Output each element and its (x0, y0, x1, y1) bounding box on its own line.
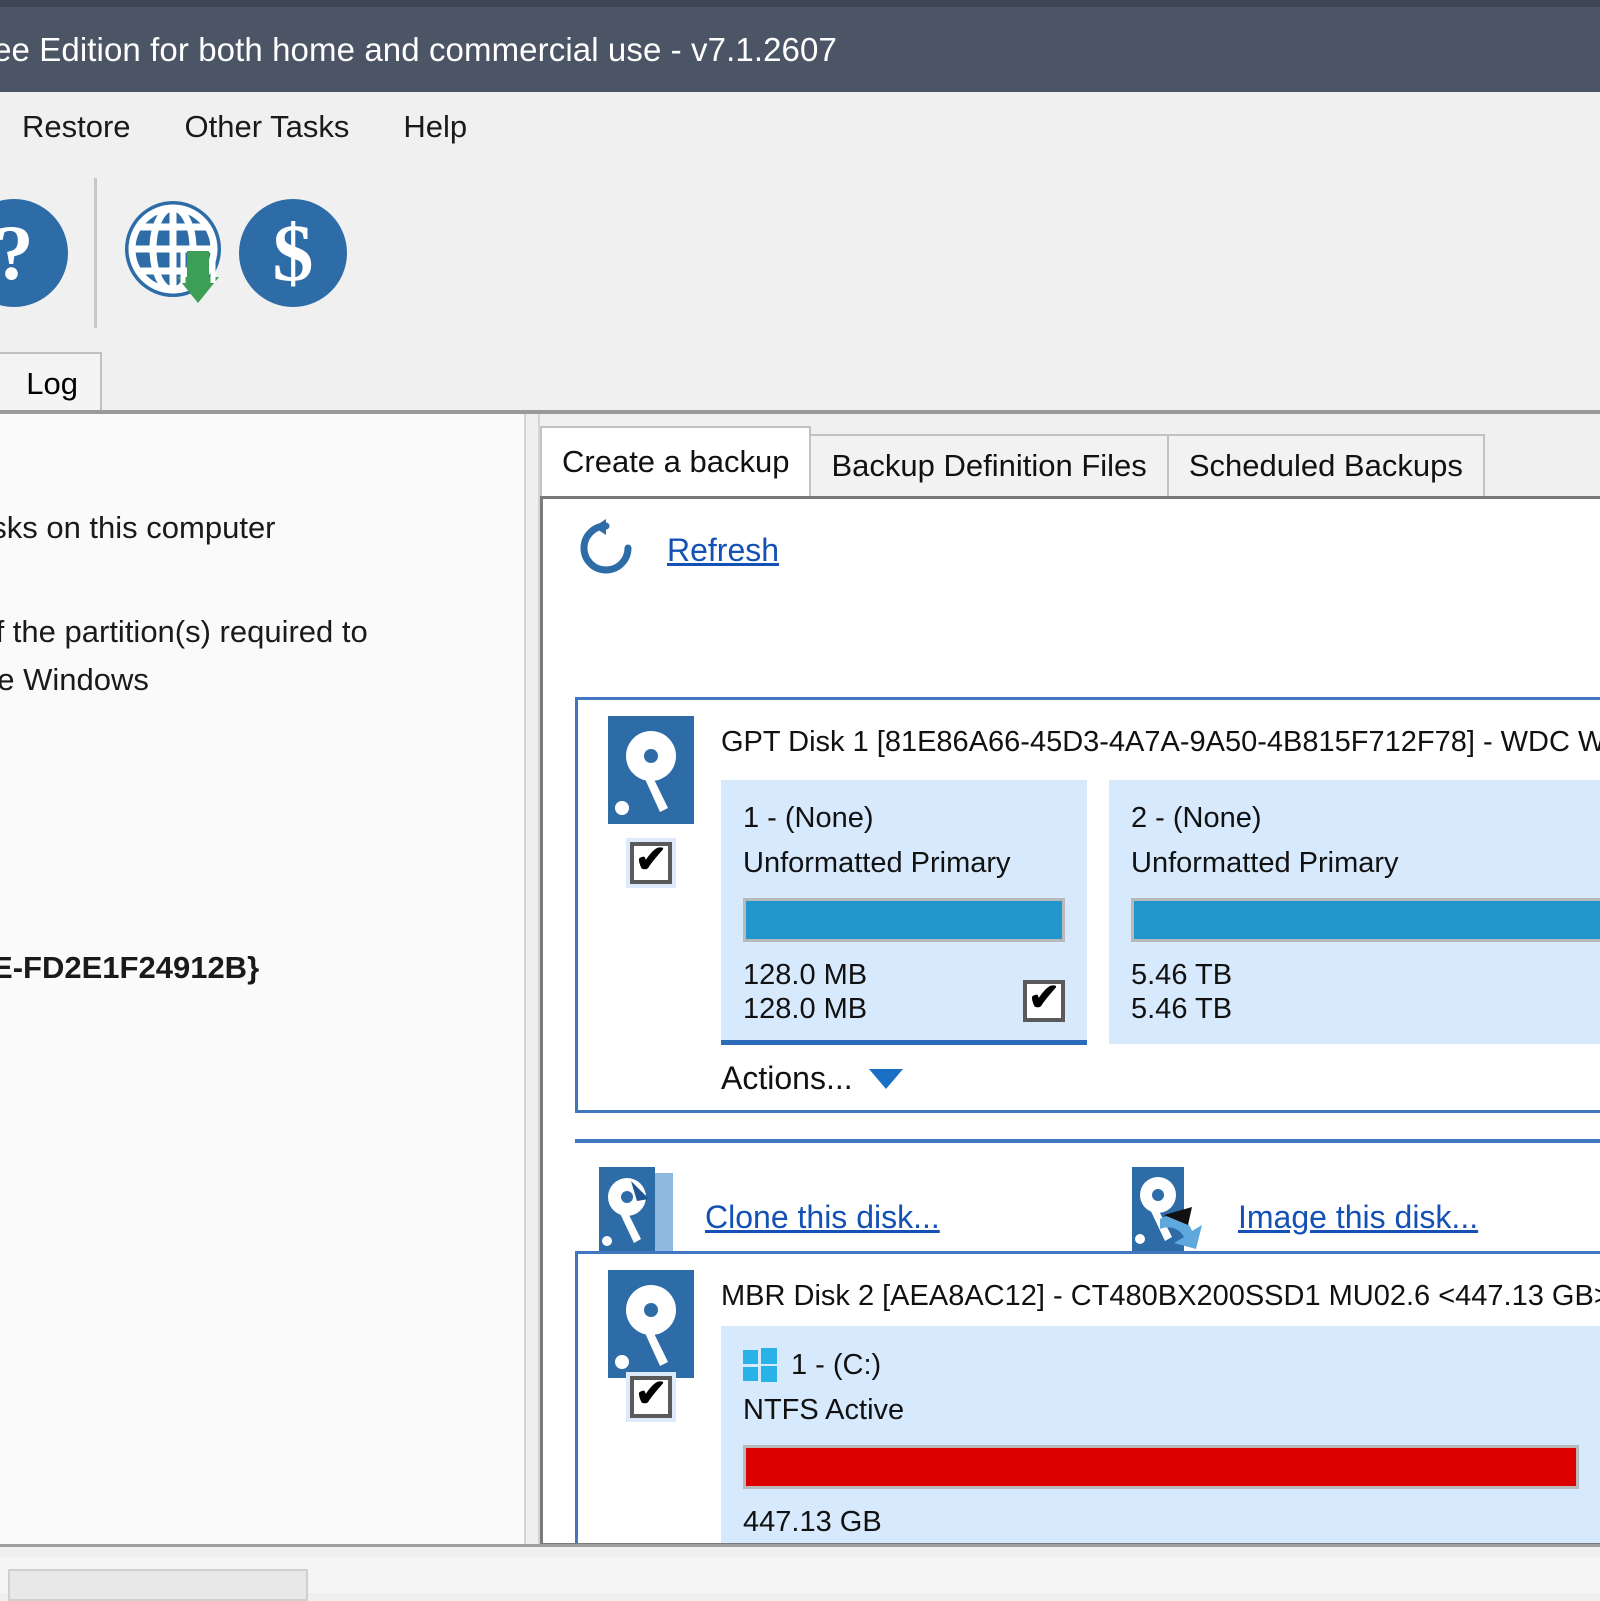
disk-group-2: MBR Disk 2 [AEA8AC12] - CT480BX200SSD1 M… (575, 1251, 1600, 1543)
link-row-divider (575, 1139, 1600, 1143)
partition-2-1[interactable]: 1 - (C:) NTFS Active 447.13 GB 447.13 GB (721, 1326, 1600, 1543)
partition-1-1-checkbox[interactable]: ✔ (1023, 977, 1065, 1023)
partition-1-1[interactable]: 1 - (None) Unformatted Primary 128.0 MB … (721, 780, 1087, 1045)
menu-item-restore[interactable]: Restore (8, 103, 145, 151)
disk-group-1: GPT Disk 1 [81E86A66-45D3-4A7A-9A50-4B81… (575, 697, 1600, 1113)
partition-1-1-filesystem: Unformatted Primary (743, 847, 1011, 879)
left-pane-description-line-1: age of the partition(s) required to (0, 614, 368, 649)
tab-backup-definition-files[interactable]: Backup Definition Files (809, 434, 1169, 496)
chevron-down-icon (868, 1068, 903, 1089)
image-this-disk-label: Image this disk... (1238, 1199, 1479, 1235)
menu-item-help[interactable]: Help (389, 103, 481, 151)
partition-2-1-size-total: 447.13 GB (743, 1506, 882, 1538)
refresh-button[interactable]: Refresh (577, 519, 779, 582)
checkmark-icon: ✔ (635, 1373, 667, 1415)
purchase-button[interactable]: $ (235, 195, 351, 311)
app-tab-log[interactable]: Log (0, 352, 102, 414)
menu-item-other-tasks[interactable]: Other Tasks (171, 103, 364, 151)
partition-1-2-size-used: 5.46 TB (1131, 993, 1233, 1026)
partition-1-2-filesystem: Unformatted Primary (1131, 847, 1399, 879)
menu-bar: Restore Other Tasks Help (0, 92, 1600, 162)
tab-create-a-backup-label: Create a backup (562, 444, 790, 479)
disk-1-partition-row: 1 - (None) Unformatted Primary 128.0 MB … (721, 780, 1600, 1045)
window-titlebar: ree Edition for both home and commercial… (0, 0, 1600, 92)
help-icon: ? (0, 199, 68, 307)
check-for-updates-button[interactable] (119, 195, 235, 311)
partition-1-2-sizes: 5.46 TB 5.46 TB (1131, 958, 1600, 1026)
disk-2-title: MBR Disk 2 [AEA8AC12] - CT480BX200SSD1 M… (721, 1280, 1600, 1312)
tab-backup-definition-files-label: Backup Definition Files (831, 448, 1147, 483)
partition-1-1-selection-indicator (721, 1040, 1087, 1045)
disk-1-checkbox[interactable]: ✔ (626, 838, 676, 888)
body-area: ed disks on this computer age of the par… (0, 414, 1600, 1600)
tab-create-a-backup[interactable]: Create a backup (540, 426, 812, 496)
right-content-pane: Create a backup Backup Definition Files … (540, 414, 1600, 1600)
left-pane-partition-guid: 97C-95AE-FD2E1F24912B} (0, 950, 260, 985)
left-pane-description-line-2: restore Windows (0, 662, 149, 697)
refresh-label: Refresh (667, 532, 780, 568)
toolbar-separator (94, 178, 97, 328)
partition-2-1-usage-bar (743, 1445, 1579, 1489)
help-button[interactable]: ? (0, 195, 72, 311)
tab-panel-create-a-backup: Refresh GPT Disk 1 [81E86A66-45D3-4A7A-9… (540, 496, 1600, 1546)
disk-action-link-row: Clone this disk... Image this disk... (575, 1139, 1600, 1259)
hard-disk-icon (608, 716, 694, 824)
partition-1-1-sizes: 128.0 MB 128.0 MB (743, 958, 1065, 1026)
horizontal-scrollbar[interactable] (0, 1544, 1600, 1601)
windows-logo-icon (743, 1348, 777, 1382)
left-pane-heading: ed disks on this computer (0, 510, 276, 545)
dollar-icon: $ (239, 199, 347, 307)
partition-2-1-name-label: 1 - (C:) (791, 1348, 882, 1381)
disk-2-checkbox[interactable]: ✔ (626, 1372, 676, 1422)
toolbar: ? (0, 162, 1600, 344)
partition-2-1-name: 1 - (C:) (743, 1348, 1579, 1382)
app-tab-strip: Log (0, 344, 1600, 416)
partition-1-1-name: 1 - (None) (743, 802, 874, 834)
left-info-pane: ed disks on this computer age of the par… (0, 414, 524, 1600)
partition-1-2-name: 2 - (None) (1131, 802, 1262, 834)
disk-1-title: GPT Disk 1 [81E86A66-45D3-4A7A-9A50-4B81… (721, 726, 1600, 758)
partition-1-2-size-total: 5.46 TB (1131, 959, 1233, 991)
globe-download-icon (121, 197, 233, 309)
partition-1-2-usage-bar (1131, 898, 1600, 942)
window-title: ree Edition for both home and commercial… (0, 30, 837, 68)
refresh-icon (577, 519, 635, 582)
partition-1-1-usage-bar (743, 898, 1065, 942)
partition-1-1-size-used: 128.0 MB (743, 993, 868, 1026)
tab-scheduled-backups-label: Scheduled Backups (1188, 448, 1463, 483)
tab-scheduled-backups[interactable]: Scheduled Backups (1166, 434, 1485, 496)
actions-label: Actions... (721, 1060, 853, 1096)
partition-1-1-size-total: 128.0 MB (743, 959, 868, 991)
app-tab-log-label: Log (26, 366, 78, 401)
checkmark-icon: ✔ (1028, 977, 1060, 1020)
checkmark-icon: ✔ (635, 839, 667, 881)
clone-this-disk-label: Clone this disk... (705, 1199, 940, 1235)
tab-strip: Create a backup Backup Definition Files … (540, 426, 1600, 496)
scrollbar-thumb[interactable] (8, 1569, 308, 1601)
hard-disk-icon (608, 1270, 694, 1378)
partition-1-2[interactable]: 2 - (None) Unformatted Primary 5.46 TB 5… (1109, 780, 1600, 1045)
pane-splitter[interactable] (524, 414, 540, 1600)
partition-2-1-filesystem: NTFS Active (743, 1394, 905, 1426)
disk-2-partition-row: 1 - (C:) NTFS Active 447.13 GB 447.13 GB (721, 1326, 1600, 1543)
scrollbar-track[interactable] (0, 1557, 1600, 1601)
partition-2-1-sizes: 447.13 GB 447.13 GB (743, 1505, 1579, 1543)
actions-dropdown[interactable]: Actions... (721, 1060, 903, 1097)
